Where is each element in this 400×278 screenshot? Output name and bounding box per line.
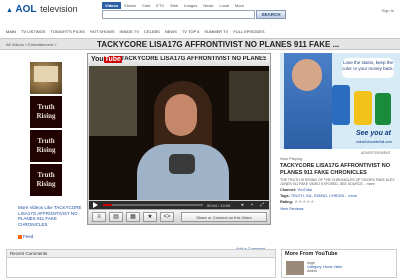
nav-main[interactable]: MAIN	[6, 28, 16, 36]
search-tab-news[interactable]: News	[200, 2, 216, 9]
main-nav: MAIN TV LISTINGS TONIGHT'S PICKS HOT SHO…	[0, 28, 400, 36]
sign-in-link[interactable]: Sign In	[382, 8, 394, 13]
share-button[interactable]: Share or Connect on this Video	[181, 212, 267, 222]
related-thumbnail[interactable]: Truth Rising	[30, 130, 62, 162]
youtube-logo-tube: Tube	[103, 56, 122, 63]
rating-label: Rating:	[280, 200, 294, 205]
ad-tagline: See you at	[356, 130, 392, 137]
search-tab-local[interactable]: Local	[216, 2, 232, 9]
nav-tonights-picks[interactable]: TONIGHT'S PICKS	[50, 28, 84, 36]
channel-row: Channel: YouTube	[280, 188, 396, 192]
youtube-video-meta: large Category: Home Video Added	[307, 261, 342, 274]
nav-inside-tv[interactable]: INSIDE TV	[120, 28, 140, 36]
logo-product: television	[40, 4, 78, 14]
youtube-logo[interactable]: YouTube	[91, 56, 122, 63]
aol-television-logo[interactable]: ▲ AOL television	[6, 4, 78, 15]
detergent-bottle-image	[354, 91, 372, 125]
search-tab-videos[interactable]: Videos	[102, 2, 122, 9]
advertisement-label: ADVERTISEMENT	[361, 151, 391, 155]
search-tab-shows[interactable]: Shows	[121, 2, 139, 9]
search-tab-cast[interactable]: Cast	[139, 2, 153, 9]
player-title-bar: YouTube TACKYCORE LISA17G AFFRONTIVIST N…	[88, 54, 270, 66]
page-title: TACKYCORE LISA17G AFFRONTIVIST NO PLANES…	[97, 40, 340, 49]
search-tab-web[interactable]: Web	[167, 2, 181, 9]
more-from-youtube-header: More From YouTube	[285, 251, 338, 257]
feed-label: Feed	[23, 234, 34, 239]
nav-tv-listings[interactable]: TV LISTINGS	[21, 28, 45, 36]
feed-link[interactable]: Feed	[18, 234, 33, 239]
seek-track[interactable]	[103, 204, 203, 206]
nav-summer-tv[interactable]: SUMMER TV	[204, 28, 228, 36]
video-frame[interactable]	[89, 66, 269, 200]
detergent-bottle-image	[332, 85, 350, 125]
favorite-star-icon[interactable]: ★	[143, 212, 157, 222]
nav-hot-shows[interactable]: HOT SHOWS	[90, 28, 115, 36]
recent-comments-header: Recent Comments	[7, 250, 275, 258]
video-title: TACKYCORE LISA17G AFFRONTIVIST NO PLANES…	[280, 163, 391, 176]
search-tab-images[interactable]: Images	[181, 2, 200, 9]
playlist-icon[interactable]: ▤	[109, 212, 123, 222]
advertisement-banner[interactable]: Lose the stains, keep the color or your …	[280, 53, 400, 149]
ad-site: shirts2shoulderfull.com	[356, 140, 392, 144]
play-icon[interactable]	[93, 202, 98, 208]
youtube-video-thumbnail[interactable]	[286, 261, 304, 275]
rss-icon	[18, 234, 22, 239]
now-playing-label: Now Playing	[280, 156, 303, 161]
related-thumbnail[interactable]: Truth Rising	[30, 96, 62, 128]
nav-news[interactable]: NEWS	[165, 28, 177, 36]
recent-comments-panel: Recent Comments	[6, 249, 276, 278]
related-thumbnail[interactable]: Truth Rising	[30, 164, 62, 196]
header: ▲ AOL television Videos Shows Cast ETV W…	[0, 0, 400, 24]
related-thumbnail[interactable]	[30, 62, 62, 94]
hd-icon[interactable]: ▪	[249, 202, 255, 208]
nav-celebs[interactable]: CELEBS	[144, 28, 160, 36]
more-videos-link[interactable]: More Videos Like TACKYCORE LISA17G AFFRO…	[18, 205, 86, 227]
channel-link[interactable]: YouTube	[297, 188, 312, 192]
nav-full-episodes[interactable]: FULL EPISODES	[233, 28, 264, 36]
related-sidebar: Truth Rising Truth Rising Truth Rising M…	[0, 50, 88, 274]
aol-logo-icon: ▲	[6, 7, 13, 14]
player-video-title[interactable]: TACKYCORE LISA17G AFFRONTIVIST NO PLANES…	[121, 56, 266, 62]
nav-tv-top-5[interactable]: TV TOP 5	[182, 28, 200, 36]
tags-label: Tags:	[280, 193, 290, 198]
detergent-bottle-image	[375, 93, 391, 125]
thumbnails-icon[interactable]: ▦	[126, 212, 140, 222]
seek-fill	[103, 204, 112, 206]
rating-row: Rating: ★★★★★	[280, 199, 396, 205]
search-input[interactable]	[102, 10, 255, 19]
channel-label: Channel:	[280, 188, 297, 193]
search-tab-more[interactable]: More	[232, 2, 247, 9]
video-description: THE TRUTH IS RISING OF THE CHRONICLES OF…	[280, 178, 395, 187]
player-progress-bar[interactable]: 00:54 / 10:00 ◂ ▪ ⤢	[89, 201, 269, 209]
more-from-youtube-panel: More From YouTube large Category: Home V…	[281, 249, 397, 278]
search-tabs: Videos Shows Cast ETV Web Images News Lo…	[102, 2, 247, 9]
fullscreen-icon[interactable]: ⤢	[259, 202, 265, 208]
search-button[interactable]: SEARCH	[256, 10, 286, 19]
video-player: YouTube TACKYCORE LISA17G AFFRONTIVIST N…	[87, 53, 271, 225]
youtube-video-added: Added	[307, 269, 318, 274]
view-reviews-link[interactable]: View Reviews	[280, 207, 396, 211]
title-bar: All Videos > Entertainment > TACKYCORE L…	[0, 38, 400, 50]
embed-code-icon[interactable]: <>	[160, 212, 174, 222]
player-control-bar: ≡ ▤ ▦ ★ <> Share or Connect on this Vide…	[89, 209, 269, 224]
ad-bubble-text: Lose the stains, keep the color or your …	[342, 58, 394, 78]
youtube-logo-you: You	[91, 56, 104, 63]
video-info: Now Playing TACKYCORE LISA17G AFFRONTIVI…	[280, 156, 396, 211]
volume-icon[interactable]: ◂	[239, 202, 245, 208]
logo-brand: AOL	[15, 4, 37, 15]
tags-row: Tags: TRUTH, 911, RISING, CHRONI... more	[280, 194, 396, 198]
rating-stars-icon[interactable]: ★★★★★	[294, 199, 314, 204]
playback-time: 00:54 / 10:00	[207, 202, 231, 208]
tags-links[interactable]: TRUTH, 911, RISING, CHRONI... more	[291, 194, 357, 198]
search-tab-etv[interactable]: ETV	[153, 2, 167, 9]
menu-icon[interactable]: ≡	[92, 212, 106, 222]
breadcrumb[interactable]: All Videos > Entertainment >	[6, 42, 57, 47]
